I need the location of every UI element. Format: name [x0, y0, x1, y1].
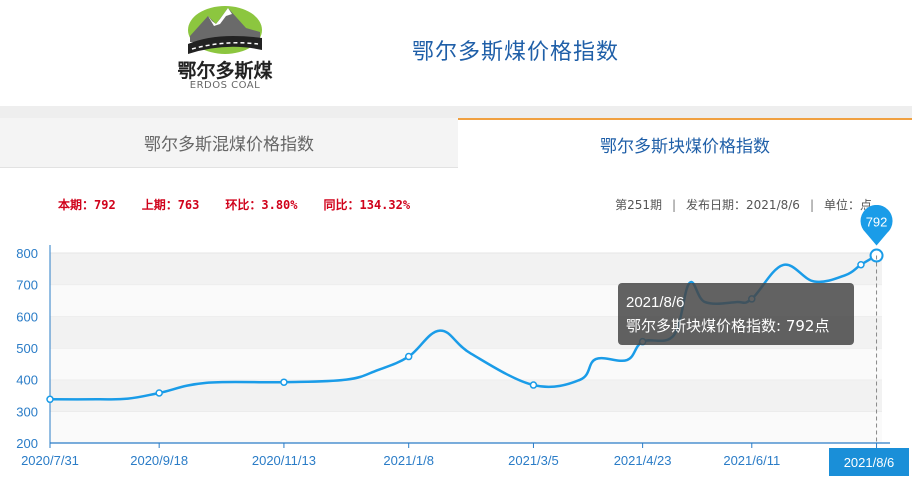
y-tick-label: 500 [16, 341, 38, 356]
mountain-road-logo-icon [188, 6, 262, 54]
x-tick-label: 2021/6/11 [723, 453, 780, 468]
chart-grid-bands [50, 252, 882, 443]
x-badge-label: 2021/8/6 [844, 455, 895, 470]
grid-band [50, 379, 882, 412]
price-index-chart[interactable]: 200 300 400 500 600 700 800 2020/7/31 2020/9/18… [0, 205, 912, 480]
x-tick-label: 2020/11/13 [252, 453, 316, 468]
x-axis-pointer-badge: 2021/8/6 [829, 448, 909, 476]
logo-text: 鄂尔多斯煤 [177, 60, 273, 82]
y-tick-label: 700 [16, 278, 38, 293]
tooltip-background [618, 283, 854, 345]
tooltip-date: 2021/8/6 [626, 294, 684, 311]
x-tick-label: 2021/1/8 [383, 453, 434, 468]
data-point[interactable] [529, 381, 538, 389]
x-tick-label: 2021/4/23 [614, 453, 672, 468]
logo-subtext: ERDOS COAL [189, 80, 261, 91]
x-axis: 2020/7/31 2020/9/18 2020/11/13 2021/1/8 2021… [21, 442, 902, 468]
data-point[interactable] [857, 260, 865, 269]
data-point[interactable] [280, 378, 288, 386]
header: 鄂尔多斯煤 ERDOS COAL 鄂尔多斯煤价格指数 [0, 0, 912, 106]
tooltip: 2021/8/6 鄂尔多斯块煤价格指数: 792点 [618, 283, 854, 345]
grid-band [50, 253, 882, 285]
page-title: 鄂尔多斯煤价格指数 [412, 40, 620, 65]
x-tick-label: 2021/3/5 [508, 453, 559, 468]
y-axis: 200 300 400 500 600 700 800 [16, 245, 51, 451]
data-point[interactable] [46, 395, 54, 404]
y-tick-label: 200 [16, 436, 38, 451]
tooltip-value: 鄂尔多斯块煤价格指数: 792点 [626, 317, 829, 335]
tab-bar: 鄂尔多斯混煤价格指数 鄂尔多斯块煤价格指数 [0, 118, 912, 168]
data-point[interactable] [404, 352, 413, 361]
y-tick-label: 800 [16, 246, 38, 261]
pin-value-label: 792 [866, 215, 888, 230]
data-point-highlighted[interactable] [869, 248, 884, 263]
divider-band [0, 106, 912, 118]
grid-band [50, 348, 882, 380]
y-tick-label: 400 [16, 373, 38, 388]
tab-mixed-coal[interactable]: 鄂尔多斯混煤价格指数 [0, 118, 458, 168]
logo[interactable]: 鄂尔多斯煤 ERDOS COAL [160, 2, 290, 98]
x-tick-label: 2020/9/18 [130, 453, 188, 468]
x-tick-label: 2020/7/31 [21, 453, 79, 468]
y-tick-label: 300 [16, 404, 38, 419]
tab-lump-coal[interactable]: 鄂尔多斯块煤价格指数 [458, 118, 912, 168]
y-tick-label: 600 [16, 309, 38, 324]
data-point[interactable] [155, 389, 163, 397]
highlight-pin: 792 [860, 205, 893, 246]
grid-band [50, 411, 882, 443]
